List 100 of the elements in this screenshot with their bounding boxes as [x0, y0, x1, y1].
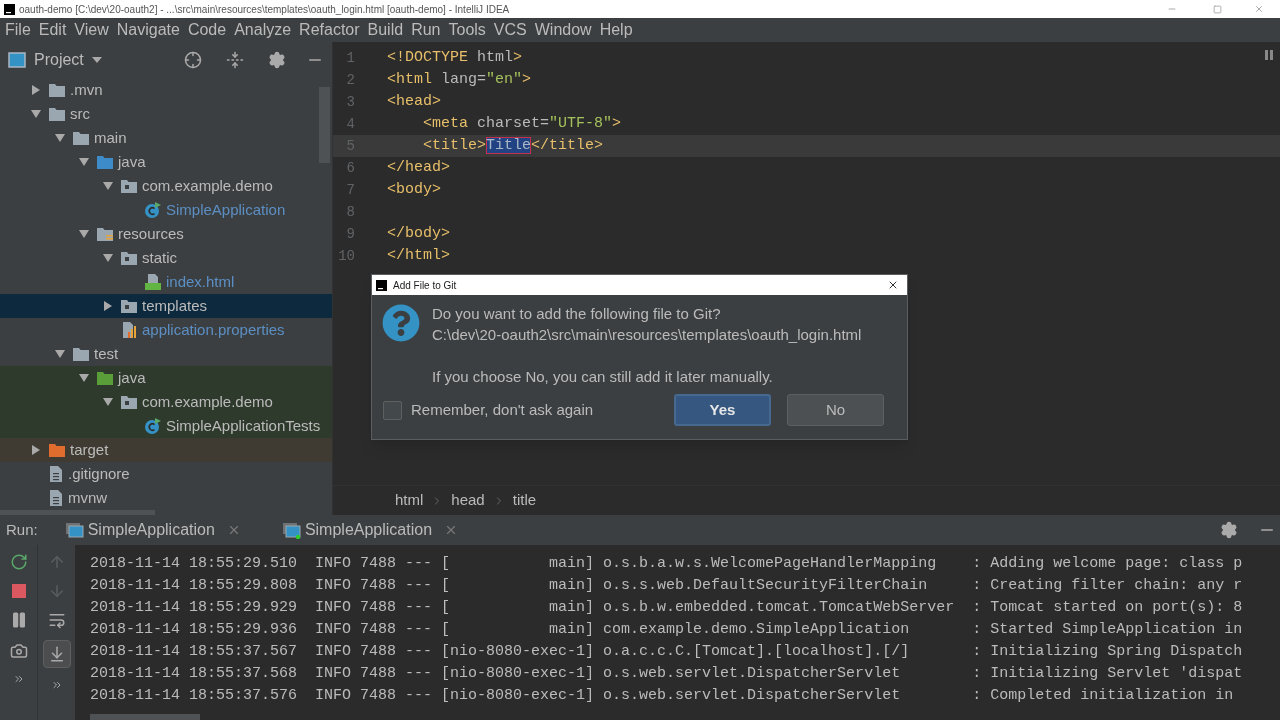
breadcrumb[interactable]: head: [451, 489, 485, 512]
menu-item[interactable]: VCS: [489, 18, 531, 42]
collapsed-arrow-icon[interactable]: [30, 444, 42, 456]
tree-row[interactable]: SimpleApplication: [0, 198, 332, 222]
more-icon[interactable]: [12, 673, 25, 685]
menu-item[interactable]: Edit: [34, 18, 71, 42]
expanded-arrow-icon[interactable]: [78, 156, 90, 168]
settings-icon[interactable]: [268, 51, 286, 69]
stop-icon[interactable]: [11, 584, 26, 598]
menu-item[interactable]: View: [70, 18, 113, 42]
folder-icon: [96, 154, 114, 170]
menu-item[interactable]: Navigate: [112, 18, 184, 42]
tree-row[interactable]: index.html: [0, 270, 332, 294]
tree-row[interactable]: .gitignore: [0, 462, 332, 486]
checkbox-label[interactable]: Remember, don't ask again: [411, 398, 594, 422]
menu-item[interactable]: Help: [595, 18, 637, 42]
pause-marker-icon: [1265, 50, 1273, 60]
breadcrumb[interactable]: html: [395, 489, 424, 512]
more-icon[interactable]: [50, 679, 63, 691]
tree-row[interactable]: SimpleApplicationTests: [0, 414, 332, 438]
tree-row[interactable]: java: [0, 366, 332, 390]
tree-row[interactable]: resources: [0, 222, 332, 246]
dropdown-caret-icon[interactable]: [91, 57, 102, 63]
menu-item[interactable]: Window: [530, 18, 596, 42]
tree-label: com.example.demo: [142, 175, 273, 196]
menu-item[interactable]: Refactor: [295, 18, 364, 42]
tree-label: SimpleApplicationTests: [166, 415, 321, 436]
log-line: 2018-11-14 18:55:29.936 INFO 7488 --- [ main] com.example.demo.SimpleApplication : Started SimpleApplication in: [90, 620, 1244, 640]
settings-icon[interactable]: [1220, 521, 1238, 539]
tree-row[interactable]: com.example.demo: [0, 174, 332, 198]
remember-checkbox[interactable]: [383, 400, 402, 420]
tree-label: test: [94, 343, 119, 364]
dialog-button[interactable]: No: [787, 394, 884, 426]
html-file-icon: [144, 273, 162, 291]
line-number: 3: [345, 92, 355, 112]
properties-file-icon: [120, 321, 138, 339]
locate-icon[interactable]: [184, 51, 202, 69]
tree-row[interactable]: com.example.demo: [0, 390, 332, 414]
panel-icon: [8, 52, 26, 68]
expanded-arrow-icon[interactable]: [102, 396, 114, 408]
panel-title[interactable]: Project: [34, 48, 84, 72]
expanded-arrow-icon[interactable]: [102, 180, 114, 192]
expanded-arrow-icon[interactable]: [54, 348, 66, 360]
package-icon: [120, 178, 138, 194]
text-file-icon: [48, 465, 64, 483]
text-file-icon: [48, 489, 64, 507]
soft-wrap-icon[interactable]: [47, 611, 66, 629]
dialog-button[interactable]: Yes: [674, 394, 771, 426]
question-icon: [382, 304, 420, 342]
tree-label: index.html: [166, 271, 235, 292]
tree-row[interactable]: templates: [0, 294, 332, 318]
collapse-all-icon[interactable]: [226, 51, 244, 69]
code-line: <body>: [387, 179, 441, 200]
collapsed-arrow-icon[interactable]: [102, 300, 114, 312]
folder-icon: [48, 106, 66, 122]
menu-item[interactable]: Run: [407, 18, 445, 42]
tree-row[interactable]: test: [0, 342, 332, 366]
expanded-arrow-icon[interactable]: [78, 228, 90, 240]
tree-row[interactable]: static: [0, 246, 332, 270]
tree-label: SimpleApplication: [166, 199, 286, 220]
log-line: 2018-11-14 18:55:37.567 INFO 7488 --- [nio-8080-exec-1] o.a.c.c.C.[Tomcat].[localhost].[/] : Initializing Spring Dispatch: [90, 642, 1244, 662]
app-logo-icon: [376, 279, 387, 291]
dialog-title: Add File to Git: [393, 278, 457, 293]
menu-item[interactable]: Code: [183, 18, 231, 42]
dialog-note: If you choose No, you can still add it later manually.: [432, 367, 774, 387]
tree-label: resources: [118, 223, 184, 244]
line-number: 2: [345, 70, 355, 90]
tree-label: java: [118, 151, 146, 172]
scroll-to-end-button[interactable]: [42, 640, 71, 668]
package-icon: [120, 298, 138, 314]
menu-item[interactable]: Analyze: [230, 18, 296, 42]
menu-item[interactable]: Build: [363, 18, 408, 42]
tree-row[interactable]: main: [0, 126, 332, 150]
tree-row[interactable]: application.properties: [0, 318, 332, 342]
tree-row[interactable]: target: [0, 438, 332, 462]
expanded-arrow-icon[interactable]: [30, 108, 42, 120]
close-icon[interactable]: [887, 279, 899, 291]
tree-row[interactable]: mvnw: [0, 486, 332, 510]
code-line: <head>: [387, 91, 441, 112]
folder-icon: [48, 442, 66, 458]
folder-icon: [72, 130, 90, 146]
tree-label: mvnw: [68, 487, 108, 508]
breadcrumb[interactable]: title: [512, 489, 537, 512]
tree-row[interactable]: src: [0, 102, 332, 126]
app-logo-icon: [4, 3, 15, 15]
run-label: Run:: [5, 519, 39, 540]
tree-row[interactable]: java: [0, 150, 332, 174]
rerun-icon[interactable]: [9, 553, 28, 571]
menu-item[interactable]: Tools: [444, 18, 490, 42]
expanded-arrow-icon[interactable]: [54, 132, 66, 144]
camera-icon[interactable]: [9, 642, 28, 660]
line-number: 6: [345, 158, 355, 178]
resources-folder-icon: [96, 226, 114, 242]
code-line: <meta charset="UTF-8">: [422, 113, 622, 134]
menu-item[interactable]: File: [1, 18, 35, 42]
expanded-arrow-icon[interactable]: [102, 252, 114, 264]
horizontal-scrollbar[interactable]: [90, 714, 200, 720]
expanded-arrow-icon[interactable]: [78, 372, 90, 384]
tree-row[interactable]: .mvn: [0, 78, 332, 102]
collapsed-arrow-icon[interactable]: [30, 84, 42, 96]
